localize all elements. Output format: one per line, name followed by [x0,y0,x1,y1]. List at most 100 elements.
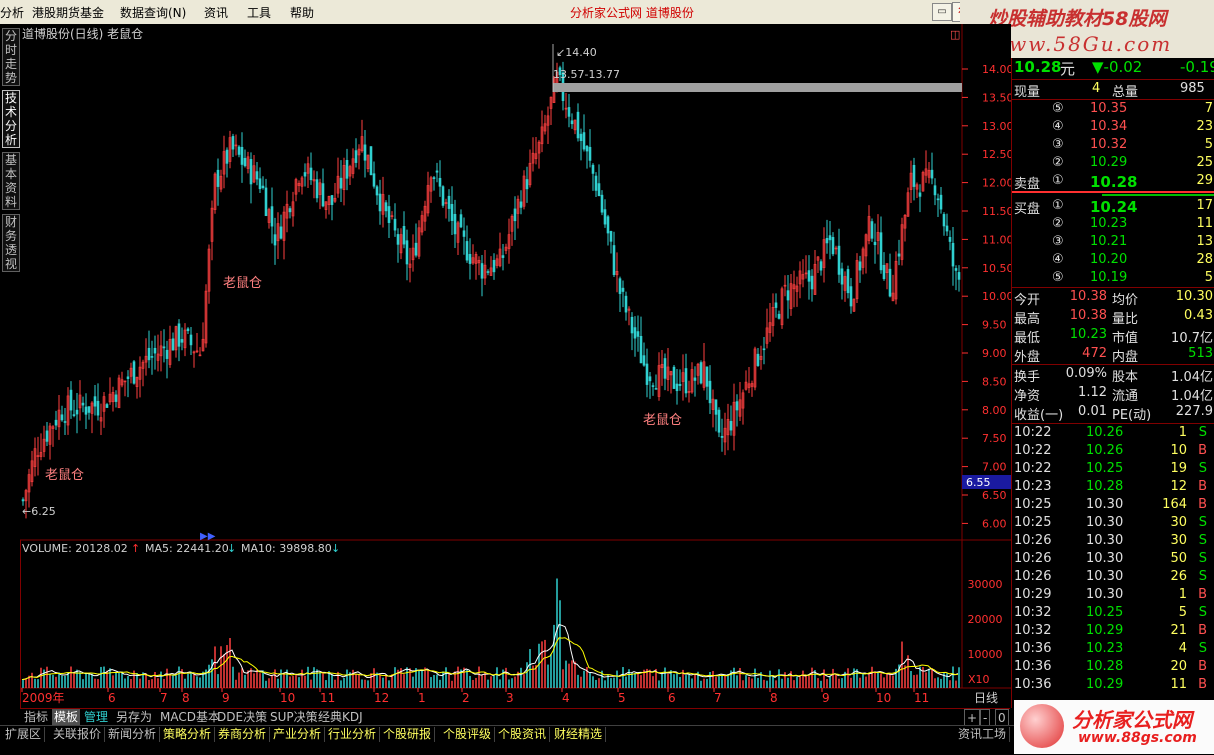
candle-body [480,263,484,279]
candle-body [21,499,25,502]
candle-body [186,328,190,332]
tab-sector[interactable]: 行业分析 [325,727,381,742]
candle-body [729,420,733,431]
book-row[interactable]: ③ 10.32 5 [1012,137,1214,155]
book-row[interactable]: ④ 10.20 28 [1012,252,1214,270]
book-row[interactable]: ③ 10.21 13 [1012,234,1214,252]
candle-body [279,226,283,239]
book-row[interactable]: 买盘 ① 10.24 17 [1012,198,1214,217]
candle-body [435,170,439,173]
vol-tick-20000: 20000 [968,613,1003,626]
date-axis: 2009年 6 7 8 9 10 11 12 1 2 3 4 5 6 7 8 9 10 11 [21,688,929,705]
btn-macd[interactable]: MACD基本 [158,709,222,725]
tick-row[interactable]: 10:22 10.26 1 S [1012,425,1214,443]
candle-body [585,145,589,152]
tick-row[interactable]: 10:26 10.30 26 S [1012,569,1214,587]
period-label[interactable]: 日线 [974,691,998,705]
btn-manage[interactable]: 管理 [82,709,110,725]
tick-row[interactable]: 10:26 10.30 30 S [1012,533,1214,551]
candle-body [189,334,193,346]
tab-news-analysis[interactable]: 新闻分析 [105,727,161,742]
book-row[interactable]: ⑤ 10.35 7 [1012,101,1214,119]
tick-row[interactable]: 10:22 10.25 19 S [1012,461,1214,479]
candle-body [345,160,349,179]
candle-body [450,203,454,221]
btn-sup[interactable]: SUP决策 [268,709,320,725]
watermark-title: 炒股辅助教材58股网 [988,8,1167,30]
tick-row[interactable]: 10:25 10.30 164 B [1012,497,1214,515]
stat-v2: 1.04亿 [1171,389,1213,404]
candle-body [369,146,373,176]
candlestick-chart[interactable]: 道博股份(日线) 老鼠仓 14.0013.5013.0012.5012.0011… [0,0,1011,708]
price-tick-label: 9.50 [982,319,1007,332]
book-row[interactable]: ② 10.29 25 [1012,155,1214,173]
candle-body [654,388,658,390]
candle-body [453,213,457,235]
tab-news-workshop[interactable]: 资讯工场 [955,727,1011,742]
candle-body [633,327,637,339]
tick-row[interactable]: 10:36 10.28 20 B [1012,659,1214,677]
chart-settings-icon[interactable]: ◫ [950,28,960,41]
book-row[interactable]: ④ 10.34 23 [1012,119,1214,137]
book-volume: 5 [1204,137,1213,152]
tick-side: S [1198,425,1207,440]
candle-body [372,173,376,187]
tick-row[interactable]: 10:25 10.30 30 S [1012,515,1214,533]
candle-body [261,185,265,189]
tick-row[interactable]: 10:36 10.29 11 B [1012,677,1214,695]
tick-row[interactable]: 10:22 10.26 10 B [1012,443,1214,461]
tick-time: 10:32 [1014,623,1052,638]
date-tick-label: 2009年 [22,691,65,705]
candle-body [462,230,466,237]
scroll-marker-icon[interactable]: ▶▶ [200,531,216,542]
tick-row[interactable]: 10:32 10.25 5 S [1012,605,1214,623]
tick-price: 10.28 [1086,659,1124,674]
tick-row[interactable]: 10:26 10.30 50 S [1012,551,1214,569]
btn-template[interactable]: 模板 [52,709,81,725]
tick-row[interactable]: 10:29 10.30 1 B [1012,587,1214,605]
tab-industry-chain[interactable]: 产业分析 [270,727,326,742]
tick-time: 10:26 [1014,533,1052,548]
tick-time: 10:22 [1014,443,1052,458]
btn-indicator[interactable]: 指标 [22,709,50,725]
now-vol-label: 现量 [1014,85,1041,100]
stat-v1: 10.38 [1069,308,1107,323]
tab-stock-research[interactable]: 个股研报 [380,727,436,742]
tab-broker[interactable]: 券商分析 [215,727,271,742]
candle-body [468,253,472,264]
book-row[interactable]: 卖盘 ① 10.28 29 [1012,173,1214,192]
candle-body [837,245,841,275]
candle-body [591,164,595,174]
stat-v2: 1.04亿 [1171,370,1213,385]
tick-row[interactable]: 10:23 10.28 12 B [1012,479,1214,497]
stat-k1: 净资 [1014,389,1041,404]
quote-panel: 10.28 元 ▼-0.02 -0.19 现量 4 总量 985 ⑤ 10.35 7… [1011,58,1214,708]
btn-dde[interactable]: DDE决策 [215,709,269,725]
candle-body [945,225,949,232]
btn-save-as[interactable]: 另存为 [114,709,154,725]
tab-finance-picks[interactable]: 财经精选 [551,727,607,742]
book-row[interactable]: ② 10.23 11 [1012,216,1214,234]
book-row[interactable]: ⑤ 10.19 5 [1012,270,1214,288]
candle-body [465,241,469,261]
site-logo: 分析家公式网 www.88gs.com [1014,700,1214,754]
tab-extension[interactable]: 扩展区 [2,727,46,742]
candle-body [54,419,58,426]
tab-related-quote[interactable]: 关联报价 [50,727,106,742]
btn-kdj[interactable]: 经典KDJ [316,709,365,725]
candle-body [612,245,616,275]
volume-ma5-line [21,623,959,681]
book-level: ④ [1052,252,1064,267]
now-vol-value: 4 [1092,81,1101,96]
tab-strategy[interactable]: 策略分析 [160,727,216,742]
tick-row[interactable]: 10:36 10.23 4 S [1012,641,1214,659]
tab-stock-rating[interactable]: 个股评级 [440,727,496,742]
tick-price: 10.29 [1086,677,1124,692]
watermark-url: www.58Gu.com [990,32,1173,56]
tick-side: B [1198,587,1207,602]
tick-price: 10.25 [1086,605,1124,620]
tick-row[interactable]: 10:32 10.29 21 B [1012,623,1214,641]
candle-body [948,237,952,242]
tab-stock-news[interactable]: 个股资讯 [495,727,551,742]
tick-volume: 1 [1178,587,1187,602]
